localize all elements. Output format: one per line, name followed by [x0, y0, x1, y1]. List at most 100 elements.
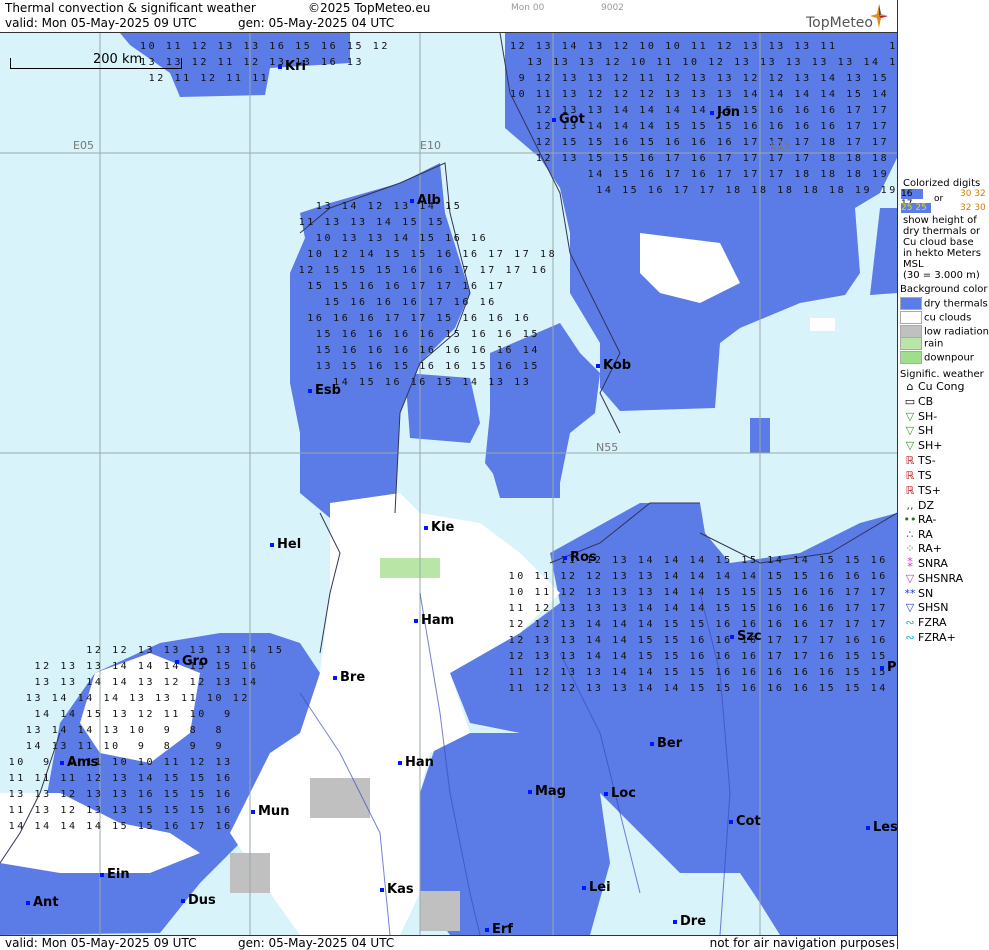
city-label[interactable]: Kas [380, 882, 414, 897]
legend-bg-item: rain [900, 337, 943, 350]
legend-wx-item: ▽ SH- [902, 410, 937, 424]
city-label[interactable]: Ant [26, 895, 59, 910]
legend-explain-line: in hekto Meters [903, 248, 981, 259]
city-label[interactable]: Ein [100, 867, 130, 882]
city-marker-icon [673, 919, 677, 924]
freezing-rain-icon: ∾ [905, 616, 915, 629]
digits-west: 12 12 13 13 13 13 14 15 12 13 13 14 14 1… [8, 645, 285, 832]
city-marker-icon [730, 634, 734, 639]
city-label[interactable]: Ham [414, 613, 454, 628]
city-label[interactable]: Szc [730, 629, 762, 644]
header: Thermal convection & significant weather… [0, 0, 897, 33]
run-tag: Mon 00 [511, 3, 545, 13]
city-marker-icon [380, 887, 384, 892]
legend-explain-line: (30 = 3.000 m) [903, 270, 980, 281]
legend-panel: Colorized digits 16 17 or 30 32 25 25 32… [897, 0, 989, 949]
logo-star-icon [870, 4, 888, 28]
legend-bg-item: cu clouds [900, 311, 971, 324]
city-label[interactable]: Got [552, 112, 585, 127]
city-label[interactable]: Alb [410, 193, 441, 208]
legend-wx-item: ▽ SH [902, 424, 934, 438]
city-label[interactable]: Lei [582, 880, 611, 895]
legend-wx-item: ℝ TS- [902, 454, 936, 468]
legend-wx-item: ⌂ Cu Cong [902, 380, 965, 394]
snow-rain-icon: ⁑ [907, 557, 913, 570]
legend-wx-item: ▽ SHSN [902, 601, 949, 615]
snow-icon: ** [904, 587, 916, 600]
city-label[interactable]: Kri [278, 59, 306, 74]
footer: valid: Mon 05-May-2025 09 UTC gen: 05-Ma… [0, 935, 897, 950]
thunder-icon: ℝ [905, 469, 915, 482]
city-marker-icon [650, 741, 654, 746]
city-marker-icon [729, 819, 733, 824]
legend-explain-line: dry thermals or [903, 226, 981, 237]
legend-wx-item: ⁘ RA+ [902, 542, 942, 556]
city-marker-icon [604, 791, 608, 796]
city-marker-icon [880, 665, 884, 670]
city-marker-icon [308, 388, 312, 393]
city-label[interactable]: Erf [485, 922, 513, 935]
city-marker-icon [398, 760, 402, 765]
legend-wx-item: ▽ SH+ [902, 439, 943, 453]
city-label[interactable]: Esb [308, 383, 341, 398]
city-marker-icon [251, 809, 255, 814]
legend-wx-item: ℝ TS [902, 469, 932, 483]
city-label[interactable]: Les [866, 820, 897, 835]
city-marker-icon [181, 898, 185, 903]
legend-wx-item: ** SN [902, 587, 934, 601]
digits-sample-d: 32 30 [960, 203, 986, 213]
digits-jutland: 13 14 12 13 14 15 11 13 13 14 15 15 10 1… [298, 201, 558, 388]
footer-generated-time: gen: 05-May-2025 04 UTC [238, 936, 395, 950]
grid-label-e10: E10 [420, 139, 441, 152]
weather-map[interactable]: 10 11 12 13 13 16 15 16 15 12 13 13 12 1… [0, 33, 897, 935]
city-label[interactable]: Kob [596, 358, 631, 373]
shower-light-icon: ▽ [905, 410, 915, 423]
grid-label-e05: E05 [73, 139, 94, 152]
city-marker-icon [175, 659, 179, 664]
city-label[interactable]: Loc [604, 786, 636, 801]
drizzle-icon: ,, [906, 499, 914, 512]
cu-cong-icon: ⌂ [906, 380, 914, 393]
city-marker-icon [528, 789, 532, 794]
city-marker-icon [414, 618, 418, 623]
legend-wx-item: ∾ FZRA+ [902, 631, 955, 645]
rain-heavy-icon: ⁘ [905, 542, 915, 555]
city-label[interactable]: Hel [270, 537, 301, 552]
city-marker-icon [485, 927, 489, 932]
city-label[interactable]: Dus [181, 893, 216, 908]
city-label[interactable]: Kie [424, 520, 454, 535]
city-label[interactable]: Mag [528, 784, 566, 799]
footer-note: not for air navigation purposes [709, 936, 895, 950]
city-label[interactable]: Cot [729, 814, 761, 829]
city-label[interactable]: Dre [673, 914, 706, 929]
legend-bg-item: downpour [900, 351, 974, 364]
city-label[interactable]: Mun [251, 804, 289, 819]
digits-sample-dry: 16 17 [901, 189, 923, 209]
city-label[interactable]: P [880, 660, 897, 675]
legend-bg-title: Background color [900, 284, 988, 295]
city-label[interactable]: Jon [710, 105, 740, 120]
legend-wx-item: ⁑ SNRA [902, 557, 948, 571]
city-label[interactable]: Gro [175, 654, 208, 669]
city-label[interactable]: Han [398, 755, 434, 770]
digits-sample-b: 30 32 [960, 189, 986, 199]
swatch-cu-clouds [900, 311, 922, 324]
copyright: ©2025 TopMeteo.eu [308, 1, 431, 15]
thunder-light-icon: ℝ [905, 454, 915, 467]
legend-wx-item: •• RA- [903, 513, 937, 526]
city-label[interactable]: Ams [60, 755, 98, 770]
thunder-heavy-icon: ℝ [905, 484, 915, 497]
rain-icon: ∴ [906, 528, 914, 541]
city-label[interactable]: Ros [563, 550, 597, 565]
city-label[interactable]: Ber [650, 736, 682, 751]
legend-colorized-title: Colorized digits [903, 178, 981, 189]
rain-light-icon: •• [903, 513, 917, 526]
freezing-rain-heavy-icon: ∾ [905, 631, 915, 644]
city-marker-icon [100, 872, 104, 877]
generated-time: gen: 05-May-2025 04 UTC [238, 16, 395, 30]
city-marker-icon [270, 542, 274, 547]
legend-explain-line: show height of [903, 215, 977, 226]
cb-icon: ▭ [904, 395, 916, 408]
city-label[interactable]: Bre [333, 670, 365, 685]
city-marker-icon [582, 885, 586, 890]
